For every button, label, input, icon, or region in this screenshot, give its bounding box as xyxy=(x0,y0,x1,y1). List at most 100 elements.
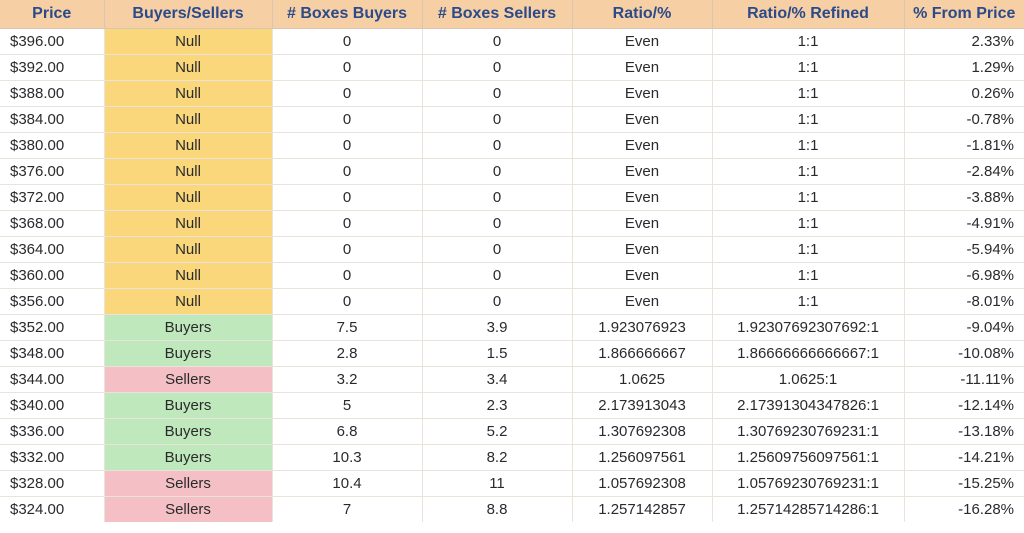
cell-price: $352.00 xyxy=(0,315,104,341)
table-row: $364.00Null00Even1:1-5.94% xyxy=(0,237,1024,263)
cell-boxes-buyers: 0 xyxy=(272,263,422,289)
cell-pct-from-price: -6.98% xyxy=(904,263,1024,289)
table-row: $380.00Null00Even1:1-1.81% xyxy=(0,133,1024,159)
cell-price: $348.00 xyxy=(0,341,104,367)
cell-pct-from-price: -1.81% xyxy=(904,133,1024,159)
cell-ratio-refined: 1.0625:1 xyxy=(712,367,904,393)
cell-price: $392.00 xyxy=(0,55,104,81)
cell-ratio-refined: 2.17391304347826:1 xyxy=(712,393,904,419)
cell-ratio-refined: 1:1 xyxy=(712,263,904,289)
cell-buyers-sellers: Null xyxy=(104,81,272,107)
cell-boxes-sellers: 8.8 xyxy=(422,497,572,523)
cell-ratio-refined: 1:1 xyxy=(712,211,904,237)
col-header-price: Price xyxy=(0,0,104,29)
cell-boxes-buyers: 0 xyxy=(272,289,422,315)
cell-price: $372.00 xyxy=(0,185,104,211)
cell-boxes-buyers: 2.8 xyxy=(272,341,422,367)
cell-ratio: Even xyxy=(572,55,712,81)
cell-buyers-sellers: Sellers xyxy=(104,497,272,523)
table-row: $340.00Buyers52.32.1739130432.1739130434… xyxy=(0,393,1024,419)
table-row: $368.00Null00Even1:1-4.91% xyxy=(0,211,1024,237)
cell-boxes-buyers: 0 xyxy=(272,107,422,133)
col-header-boxes-buyers: # Boxes Buyers xyxy=(272,0,422,29)
cell-pct-from-price: -13.18% xyxy=(904,419,1024,445)
cell-ratio: Even xyxy=(572,237,712,263)
cell-buyers-sellers: Null xyxy=(104,107,272,133)
cell-ratio: Even xyxy=(572,211,712,237)
cell-ratio: Even xyxy=(572,159,712,185)
cell-buyers-sellers: Sellers xyxy=(104,471,272,497)
table-header-row: Price Buyers/Sellers # Boxes Buyers # Bo… xyxy=(0,0,1024,29)
cell-ratio: Even xyxy=(572,185,712,211)
cell-price: $340.00 xyxy=(0,393,104,419)
table-row: $336.00Buyers6.85.21.3076923081.30769230… xyxy=(0,419,1024,445)
cell-boxes-sellers: 2.3 xyxy=(422,393,572,419)
cell-buyers-sellers: Buyers xyxy=(104,315,272,341)
table-row: $348.00Buyers2.81.51.8666666671.86666666… xyxy=(0,341,1024,367)
cell-boxes-buyers: 0 xyxy=(272,237,422,263)
cell-pct-from-price: -3.88% xyxy=(904,185,1024,211)
cell-boxes-buyers: 0 xyxy=(272,211,422,237)
cell-price: $376.00 xyxy=(0,159,104,185)
cell-ratio-refined: 1:1 xyxy=(712,185,904,211)
cell-boxes-buyers: 0 xyxy=(272,81,422,107)
cell-pct-from-price: -2.84% xyxy=(904,159,1024,185)
cell-ratio: 1.307692308 xyxy=(572,419,712,445)
cell-boxes-buyers: 0 xyxy=(272,29,422,55)
col-header-ratio: Ratio/% xyxy=(572,0,712,29)
cell-price: $396.00 xyxy=(0,29,104,55)
cell-ratio: Even xyxy=(572,29,712,55)
cell-price: $356.00 xyxy=(0,289,104,315)
cell-pct-from-price: -10.08% xyxy=(904,341,1024,367)
cell-boxes-buyers: 10.3 xyxy=(272,445,422,471)
cell-ratio-refined: 1:1 xyxy=(712,159,904,185)
cell-boxes-sellers: 8.2 xyxy=(422,445,572,471)
cell-pct-from-price: -8.01% xyxy=(904,289,1024,315)
cell-boxes-buyers: 0 xyxy=(272,55,422,81)
table-row: $396.00Null00Even1:12.33% xyxy=(0,29,1024,55)
cell-ratio-refined: 1:1 xyxy=(712,29,904,55)
cell-ratio-refined: 1:1 xyxy=(712,289,904,315)
col-header-ratio-refined: Ratio/% Refined xyxy=(712,0,904,29)
cell-price: $332.00 xyxy=(0,445,104,471)
cell-boxes-buyers: 7 xyxy=(272,497,422,523)
cell-pct-from-price: 0.26% xyxy=(904,81,1024,107)
cell-boxes-sellers: 0 xyxy=(422,263,572,289)
cell-ratio-refined: 1:1 xyxy=(712,107,904,133)
cell-ratio-refined: 1:1 xyxy=(712,81,904,107)
cell-price: $344.00 xyxy=(0,367,104,393)
cell-ratio-refined: 1.25714285714286:1 xyxy=(712,497,904,523)
table-row: $332.00Buyers10.38.21.2560975611.2560975… xyxy=(0,445,1024,471)
cell-pct-from-price: -11.11% xyxy=(904,367,1024,393)
cell-boxes-sellers: 0 xyxy=(422,107,572,133)
cell-buyers-sellers: Buyers xyxy=(104,419,272,445)
cell-pct-from-price: -9.04% xyxy=(904,315,1024,341)
cell-buyers-sellers: Null xyxy=(104,237,272,263)
cell-boxes-buyers: 6.8 xyxy=(272,419,422,445)
cell-price: $384.00 xyxy=(0,107,104,133)
cell-price: $388.00 xyxy=(0,81,104,107)
cell-buyers-sellers: Buyers xyxy=(104,445,272,471)
cell-boxes-buyers: 3.2 xyxy=(272,367,422,393)
cell-boxes-sellers: 0 xyxy=(422,289,572,315)
cell-ratio-refined: 1.05769230769231:1 xyxy=(712,471,904,497)
cell-pct-from-price: -12.14% xyxy=(904,393,1024,419)
cell-price: $324.00 xyxy=(0,497,104,523)
cell-buyers-sellers: Null xyxy=(104,55,272,81)
cell-ratio: 1.866666667 xyxy=(572,341,712,367)
table-row: $356.00Null00Even1:1-8.01% xyxy=(0,289,1024,315)
cell-price: $328.00 xyxy=(0,471,104,497)
cell-buyers-sellers: Null xyxy=(104,263,272,289)
cell-ratio-refined: 1:1 xyxy=(712,55,904,81)
cell-buyers-sellers: Null xyxy=(104,185,272,211)
cell-boxes-buyers: 0 xyxy=(272,185,422,211)
cell-boxes-buyers: 0 xyxy=(272,159,422,185)
cell-boxes-sellers: 0 xyxy=(422,29,572,55)
cell-ratio-refined: 1.30769230769231:1 xyxy=(712,419,904,445)
cell-pct-from-price: -4.91% xyxy=(904,211,1024,237)
cell-boxes-sellers: 0 xyxy=(422,81,572,107)
cell-buyers-sellers: Null xyxy=(104,159,272,185)
cell-ratio-refined: 1.25609756097561:1 xyxy=(712,445,904,471)
cell-boxes-sellers: 0 xyxy=(422,185,572,211)
col-header-pct-from-price: % From Price xyxy=(904,0,1024,29)
